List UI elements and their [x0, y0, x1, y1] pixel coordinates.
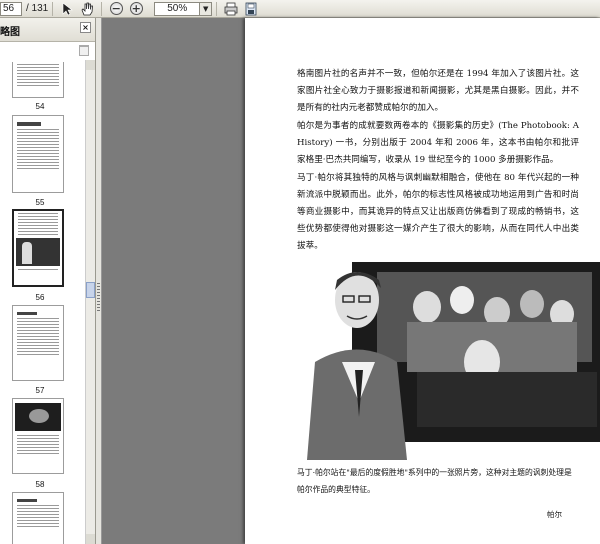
panel-header: 略图 ×	[0, 18, 95, 42]
zoom-dropdown-button[interactable]: ▼	[200, 1, 213, 16]
thumbnail-label: 56	[35, 293, 45, 302]
panel-title: 略图	[0, 27, 20, 38]
page-number-input[interactable]: 56	[0, 1, 22, 16]
page-thumbnail-57[interactable]	[12, 305, 64, 381]
zoom-out-button[interactable]: −	[108, 1, 124, 17]
page-thumbnail-55[interactable]	[12, 115, 64, 193]
page-thumbnail-59[interactable]	[12, 492, 64, 544]
save-icon[interactable]	[243, 1, 259, 17]
zoom-level-input[interactable]: 50%	[154, 1, 201, 16]
photo-caption: 马丁·帕尔站在"最后的度假胜地"系列中的一张照片旁，这种对主题的讽刺处理是帕尔作…	[297, 468, 572, 494]
close-icon[interactable]: ×	[80, 22, 91, 33]
trash-icon[interactable]	[79, 45, 89, 56]
page-credit: 帕尔	[547, 510, 562, 519]
select-arrow-icon[interactable]	[59, 1, 75, 17]
panel-scrollbar[interactable]	[85, 60, 95, 544]
thumbnail-label: 55	[35, 198, 45, 207]
thumbnail-label: 58	[35, 480, 45, 489]
thumbnail-label: 57	[35, 386, 45, 395]
toolbar-separator	[52, 1, 54, 16]
splitter-grip-icon[interactable]	[97, 283, 100, 311]
page-thumbnail-54[interactable]	[12, 62, 64, 98]
toolbar-separator	[216, 1, 218, 16]
thumbnail-label: 54	[35, 102, 45, 111]
scroll-up-icon[interactable]	[86, 60, 95, 70]
scroll-down-icon[interactable]	[86, 534, 95, 544]
zoom-out-icon: −	[109, 2, 123, 15]
panel-toolbar	[0, 42, 95, 60]
toolbar-separator	[101, 1, 103, 16]
thumbnails-panel: 略图 × 54 55 56 57 58	[0, 18, 96, 544]
document-page: 格南图片社的名声并不一致，但帕尔还是在 1994 年加入了该图片社。这家图片社全…	[245, 18, 600, 544]
chevron-down-icon: ▼	[203, 4, 209, 13]
scroll-thumb[interactable]	[86, 282, 95, 298]
toolbar: 56 / 131 − + 50% ▼	[0, 0, 600, 18]
paragraph: 帕尔是为事者的成就要数两卷本的《摄影集的历史》(The Photobook: A…	[297, 121, 579, 165]
paragraph: 格南图片社的名声并不一致，但帕尔还是在 1994 年加入了该图片社。这家图片社全…	[297, 69, 579, 113]
paragraph: 马丁·帕尔将其独特的风格与讽刺幽默相融合，使他在 80 年代兴起的一种新流派中脱…	[297, 173, 579, 251]
zoom-in-icon: +	[129, 2, 143, 15]
zoom-in-button[interactable]: +	[128, 1, 144, 17]
page-thumbnail-56[interactable]	[12, 209, 64, 287]
total-pages: / 131	[26, 3, 49, 14]
print-icon[interactable]	[223, 1, 239, 17]
hand-tool-icon[interactable]	[79, 1, 95, 17]
page-thumbnail-58[interactable]	[12, 398, 64, 474]
photo-martin-parr	[297, 252, 600, 460]
